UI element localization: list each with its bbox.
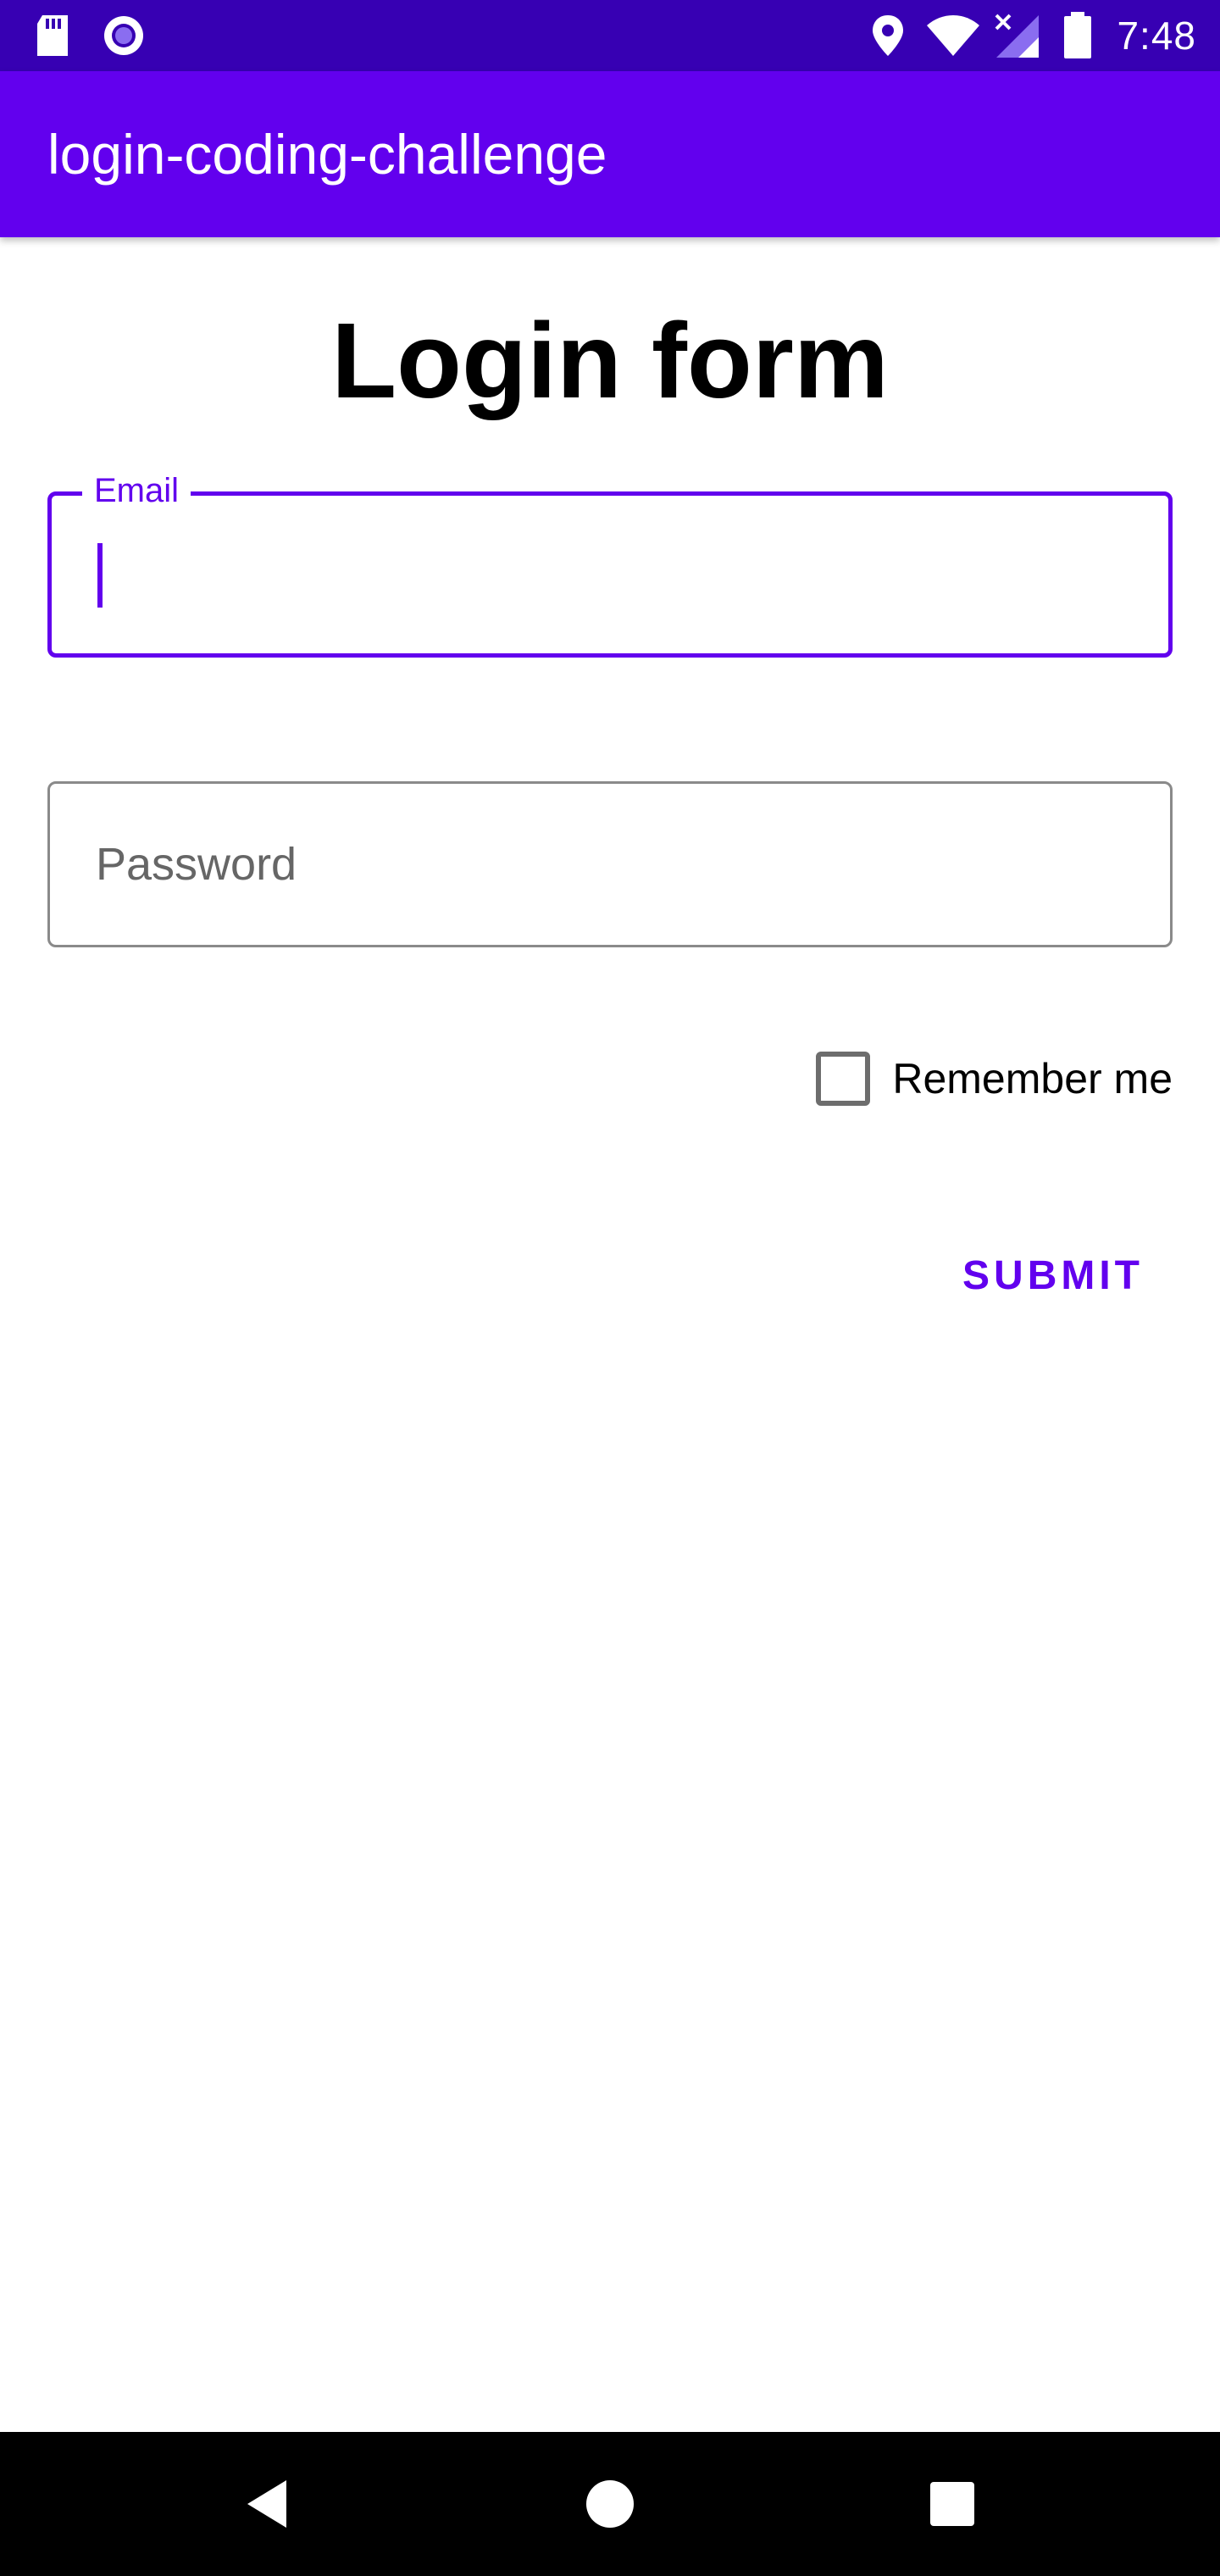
- remember-me-label: Remember me: [892, 1055, 1173, 1102]
- home-icon: [586, 2480, 634, 2528]
- password-input[interactable]: [50, 784, 1170, 945]
- wifi-icon: [925, 0, 981, 71]
- battery-icon: [1062, 0, 1093, 71]
- back-icon: [247, 2480, 286, 2528]
- home-button[interactable]: [525, 2432, 695, 2576]
- app-bar: login-coding-challenge: [0, 71, 1220, 237]
- password-field[interactable]: [47, 781, 1173, 947]
- screen: 7:48 login-coding-challenge Login form E…: [0, 0, 1220, 2576]
- media-record-icon: [102, 0, 146, 71]
- status-bar: 7:48: [0, 0, 1220, 71]
- recents-button[interactable]: [868, 2432, 1037, 2576]
- email-input[interactable]: [52, 496, 1168, 653]
- submit-button[interactable]: SUBMIT: [962, 1237, 1144, 1313]
- back-button[interactable]: [183, 2432, 352, 2576]
- status-time: 7:48: [1117, 14, 1196, 58]
- app-title: login-coding-challenge: [47, 123, 607, 186]
- remember-me[interactable]: Remember me: [816, 1042, 1173, 1115]
- email-field[interactable]: Email: [47, 470, 1173, 658]
- recents-icon: [930, 2482, 974, 2526]
- remember-me-checkbox[interactable]: [816, 1052, 871, 1106]
- form-title: Login form: [331, 301, 889, 420]
- sd-card-icon: [34, 0, 71, 71]
- navigation-bar: [0, 2432, 1220, 2576]
- no-signal-icon: [993, 0, 1040, 71]
- location-icon: [869, 0, 907, 71]
